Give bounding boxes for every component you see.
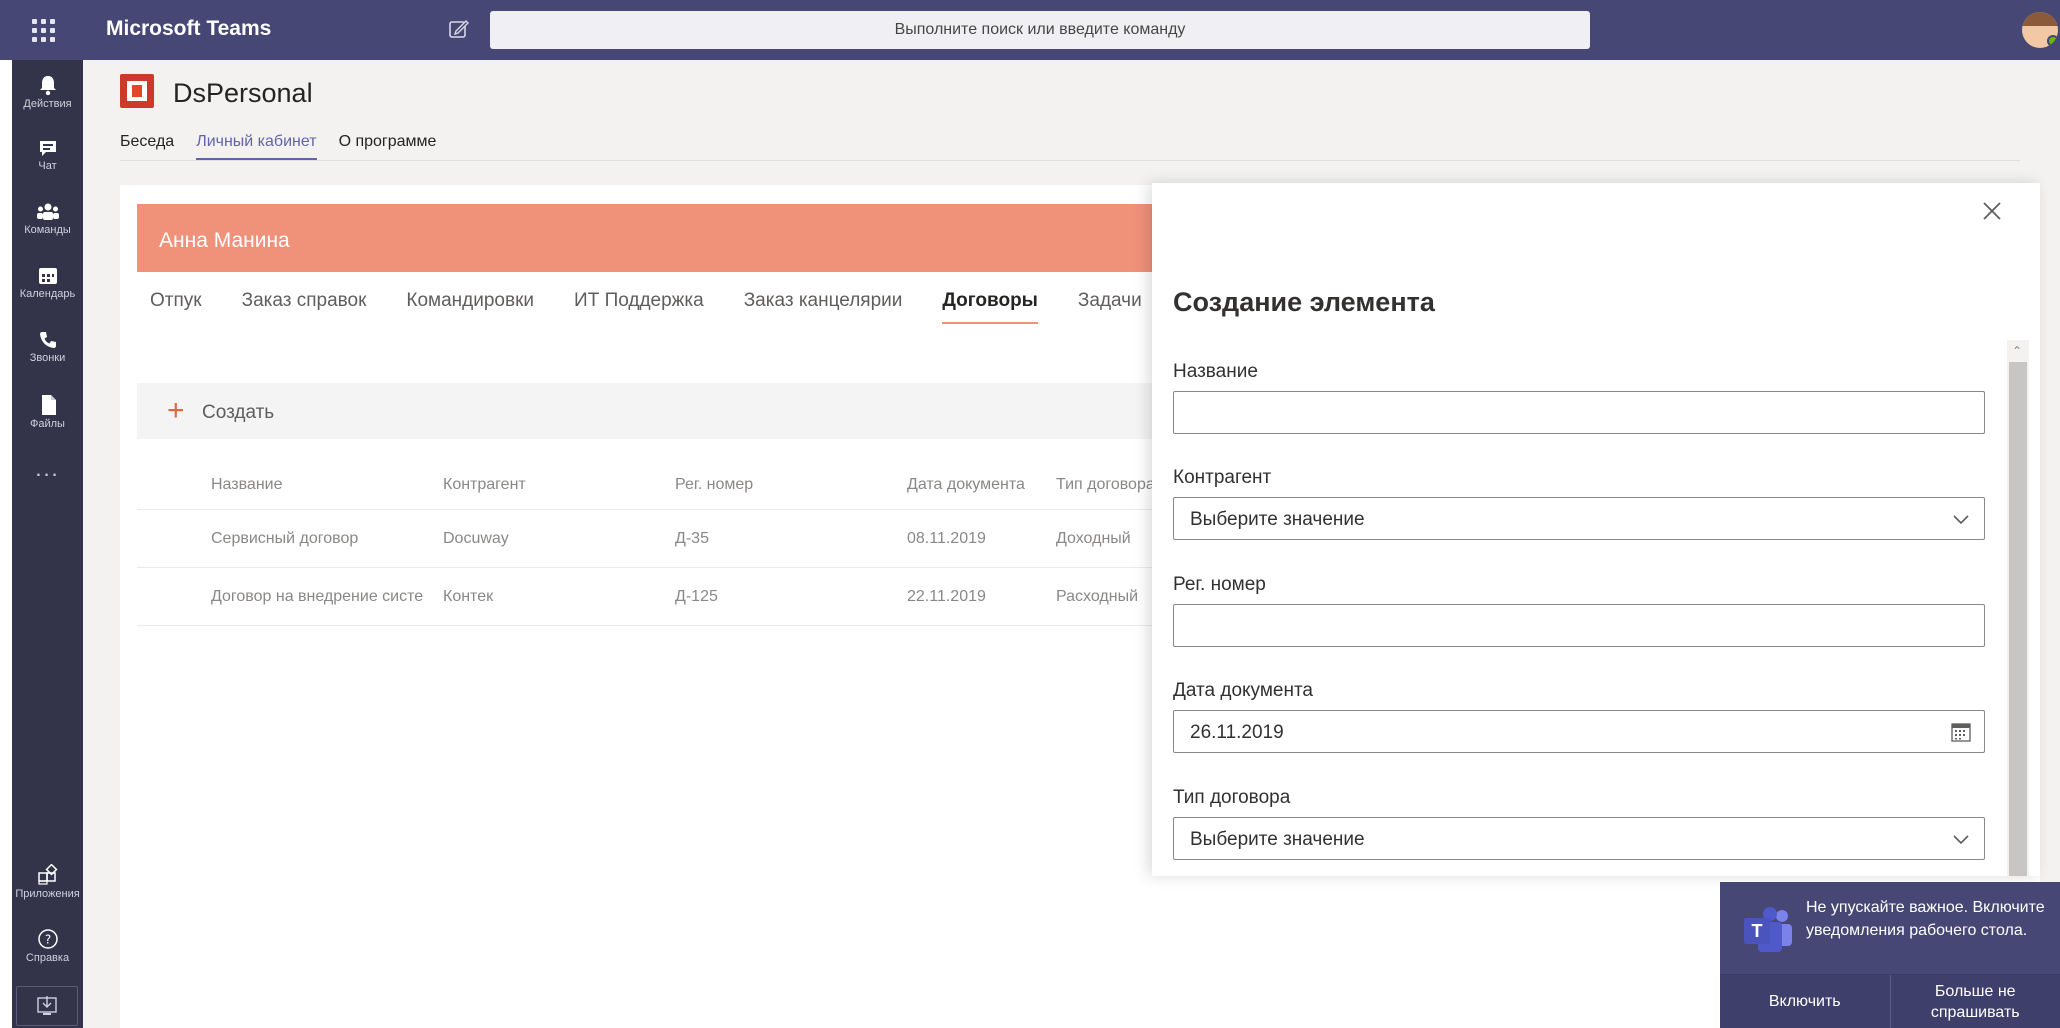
top-bar: Microsoft Teams Выполните поиск или введ… bbox=[0, 0, 2060, 60]
rail-item-calendar[interactable]: Календарь bbox=[12, 258, 83, 316]
teams-icon bbox=[36, 203, 59, 220]
contract-type-select[interactable]: Выберите значение bbox=[1173, 817, 1985, 860]
profile-banner: Анна Манина bbox=[137, 204, 1157, 272]
doc-date-value: 26.11.2019 bbox=[1190, 722, 1284, 743]
cell-reg-number: Д-125 bbox=[675, 588, 718, 605]
list-toolbar: + Создать bbox=[137, 383, 1157, 439]
rail-item-calls[interactable]: Звонки bbox=[12, 322, 83, 380]
app-launcher-icon[interactable] bbox=[32, 12, 58, 48]
contracts-table: Название Контрагент Рег. номер Дата доку… bbox=[137, 470, 1157, 626]
svg-text:?: ? bbox=[44, 933, 50, 947]
chevron-down-icon bbox=[1953, 835, 1969, 845]
column-header-counterparty[interactable]: Контрагент bbox=[443, 476, 643, 494]
cell-contract-type: Доходный bbox=[1056, 530, 1131, 547]
cell-contract-type: Расходный bbox=[1056, 588, 1139, 605]
table-row[interactable]: Договор на внедрение систе Контек Д-125 … bbox=[137, 568, 1157, 626]
cell-counterparty: Контек bbox=[443, 588, 494, 605]
doc-date-field[interactable]: 26.11.2019 bbox=[1173, 710, 1985, 753]
dont-ask-again-button[interactable]: Больше не спрашивать bbox=[1889, 975, 2060, 1028]
create-label: Создать bbox=[202, 402, 275, 423]
phone-icon bbox=[39, 332, 56, 348]
rail-item-apps[interactable]: Приложения bbox=[12, 856, 83, 914]
download-icon bbox=[37, 996, 57, 1015]
search-input[interactable]: Выполните поиск или введите команду bbox=[490, 11, 1590, 49]
section-tabs: Отпук Заказ справок Командировки ИТ Подд… bbox=[150, 290, 1182, 324]
reg-number-field[interactable] bbox=[1173, 604, 1985, 647]
tab-contracts[interactable]: Договоры bbox=[942, 290, 1038, 324]
scroll-up-icon[interactable]: ⌃ bbox=[2012, 344, 2022, 358]
left-rail: Действия Чат Команды Календарь Звонки Фа… bbox=[12, 60, 83, 1028]
scrollbar-thumb[interactable] bbox=[2009, 362, 2027, 876]
app-logo bbox=[120, 74, 154, 108]
enable-notifications-button[interactable]: Включить bbox=[1720, 975, 1890, 1028]
contract-type-label: Тип договора bbox=[1173, 787, 1291, 808]
chevron-down-icon bbox=[1953, 515, 1969, 525]
rail-item-help[interactable]: ? Справка bbox=[12, 920, 83, 978]
contract-type-value: Выберите значение bbox=[1190, 829, 1365, 850]
counterparty-value: Выберите значение bbox=[1190, 509, 1365, 530]
app-tabs: Беседа Личный кабинет О программе bbox=[120, 133, 436, 161]
chat-icon bbox=[39, 141, 56, 156]
counterparty-select[interactable]: Выберите значение bbox=[1173, 497, 1985, 540]
svg-text:T: T bbox=[1752, 921, 1763, 941]
tab-vacation[interactable]: Отпук bbox=[150, 290, 202, 324]
app-title: DsPersonal bbox=[173, 78, 313, 108]
tab-certificates[interactable]: Заказ справок bbox=[242, 290, 367, 324]
column-header-name[interactable]: Название bbox=[211, 476, 436, 494]
column-header-doc-date[interactable]: Дата документа bbox=[907, 476, 1047, 494]
window-left-margin bbox=[0, 0, 12, 1028]
calendar-icon bbox=[38, 268, 57, 284]
download-app-button[interactable] bbox=[16, 986, 78, 1026]
plus-icon: + bbox=[167, 394, 185, 427]
table-row[interactable]: Сервисный договор Docuway Д-35 08.11.201… bbox=[137, 510, 1157, 568]
cell-counterparty: Docuway bbox=[443, 530, 509, 547]
table-header-row: Название Контрагент Рег. номер Дата доку… bbox=[137, 470, 1157, 510]
rail-item-teams[interactable]: Команды bbox=[12, 194, 83, 252]
tab-personal-account[interactable]: Личный кабинет bbox=[196, 133, 317, 161]
apps-icon bbox=[37, 864, 58, 885]
cell-name: Сервисный договор bbox=[211, 530, 359, 547]
cell-doc-date: 22.11.2019 bbox=[907, 588, 986, 605]
reg-number-label: Рег. номер bbox=[1173, 574, 1266, 595]
rail-item-activity[interactable]: Действия bbox=[12, 66, 83, 124]
tab-tasks[interactable]: Задачи bbox=[1078, 290, 1142, 324]
toast-actions: Включить Больше не спрашивать bbox=[1720, 974, 2060, 1028]
name-field[interactable] bbox=[1173, 391, 1985, 434]
file-icon bbox=[41, 395, 56, 415]
more-apps-icon[interactable]: ... bbox=[12, 456, 83, 482]
panel-scrollbar[interactable]: ⌃ bbox=[2007, 340, 2029, 876]
app-name: Microsoft Teams bbox=[106, 17, 272, 40]
toast-message: Не упускайте важное. Включите уведомлени… bbox=[1806, 899, 2045, 939]
close-icon[interactable] bbox=[1981, 200, 2003, 222]
tab-it-support[interactable]: ИТ Поддержка bbox=[574, 290, 704, 324]
bell-icon bbox=[39, 76, 56, 96]
calendar-icon[interactable] bbox=[1950, 721, 1972, 743]
tab-business-trips[interactable]: Командировки bbox=[406, 290, 534, 324]
cell-doc-date: 08.11.2019 bbox=[907, 530, 986, 547]
panel-title: Создание элемента bbox=[1173, 287, 1435, 317]
avatar[interactable] bbox=[2022, 12, 2058, 48]
rail-item-chat[interactable]: Чат bbox=[12, 130, 83, 188]
rail-item-files[interactable]: Файлы bbox=[12, 386, 83, 444]
compose-icon[interactable] bbox=[448, 18, 470, 40]
counterparty-label: Контрагент bbox=[1173, 467, 1272, 488]
tab-stationery[interactable]: Заказ канцелярии bbox=[744, 290, 903, 324]
tab-about[interactable]: О программе bbox=[339, 133, 437, 161]
presence-status-icon bbox=[2047, 35, 2058, 47]
help-icon: ? bbox=[37, 929, 58, 949]
column-header-contract-type[interactable]: Тип договора bbox=[1056, 476, 1156, 494]
name-label: Название bbox=[1173, 361, 1258, 382]
tab-conversation[interactable]: Беседа bbox=[120, 133, 174, 161]
doc-date-label: Дата документа bbox=[1173, 680, 1313, 701]
cell-reg-number: Д-35 bbox=[675, 530, 709, 547]
column-header-reg-number[interactable]: Рег. номер bbox=[675, 476, 875, 494]
teams-logo-icon: T bbox=[1744, 907, 1792, 952]
tab-divider bbox=[120, 160, 2020, 161]
desktop-notifications-toast: T Не упускайте важное. Включите уведомле… bbox=[1720, 882, 2060, 1028]
cell-name: Договор на внедрение систе bbox=[211, 588, 424, 605]
